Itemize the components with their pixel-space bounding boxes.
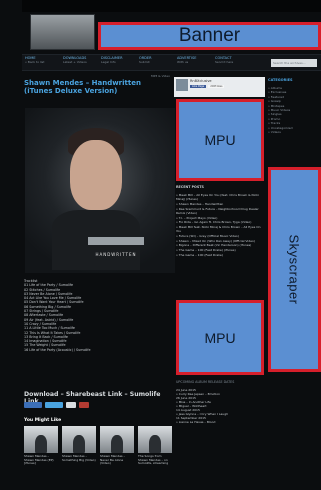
category-link[interactable]: » Videos [268, 130, 321, 134]
mpu-ad-top-label: MPU [204, 132, 236, 148]
recent-posts: » Meek Mill – All Eyes On You (feat. Chr… [176, 193, 266, 257]
banner-ad-label: Banner [178, 25, 241, 46]
related-post[interactable]: Shawn Mendes – Something Big (Video) [62, 426, 96, 466]
related-post[interactable]: Shawn Mendes – Shawn Mendes (EP) [iTunes… [24, 426, 58, 466]
fb-page-name[interactable]: RnBXclusive [190, 79, 224, 83]
related-post-thumbnail[interactable] [100, 426, 134, 453]
facebook-share-button[interactable] [24, 402, 42, 408]
recent-post-link[interactable]: » Rae Sremmurd & Future – Neighborhood D… [176, 207, 266, 216]
related-post-thumbnail[interactable] [138, 426, 172, 453]
related-post-title[interactable]: Shawn Mendes – Something Big (Video) [62, 454, 96, 462]
skyscraper-ad-label: Skyscraper [287, 234, 302, 305]
release-item[interactable]: » Lianne La Havas – Blood [176, 420, 266, 424]
you-might-like-heading: You Might Like [24, 418, 62, 423]
related-post-thumbnail[interactable] [24, 426, 58, 453]
recent-post-link[interactable]: » Future (SD) – Grey (Official Music Vid… [176, 234, 266, 238]
nav-downloads-sub: Latest + Videos [63, 60, 87, 64]
related-post[interactable]: The Songs from Shawn Mendes – on Sumolif… [138, 426, 172, 466]
nav-order-sub: Submit [139, 60, 150, 64]
recent-post-link[interactable]: » Flo Rida – Go Again ft. Chris Brown, T… [176, 220, 266, 224]
release-dates-heading: UPCOMING ALBUM RELEASE DATES [176, 380, 235, 384]
release-dates: 24 June 2015 » Curly Rae Jepsen – Emotio… [176, 388, 266, 424]
nav-disclaimer[interactable]: DISCLAIMER Legal Info [101, 56, 133, 69]
nav-contact-sub: Send it here [215, 60, 234, 64]
related-post-thumbnail[interactable] [62, 426, 96, 453]
skyscraper-ad[interactable]: Skyscraper [268, 167, 321, 372]
banner-ad[interactable]: Banner [98, 22, 321, 50]
recent-posts-heading: RECENT POSTS [176, 185, 204, 189]
related-post-title[interactable]: The Songs from Shawn Mendes – on Sumolif… [138, 454, 172, 466]
album-title-text: HANDWRITTEN [95, 252, 137, 257]
nav-advertise-sub: With us [177, 60, 189, 64]
related-post[interactable]: Shawn Mendes – Never Be Alone (Video) [100, 426, 134, 466]
related-post-title[interactable]: Shawn Mendes – Shawn Mendes (EP) [iTunes… [24, 454, 58, 466]
mpu-ad-bottom[interactable]: MPU [176, 300, 264, 375]
main-nav: HOME « Back to list DOWNLOADS Latest + V… [22, 54, 321, 71]
nav-disclaimer-sub: Legal Info [101, 60, 116, 64]
post-title[interactable]: Shawn Mendes – Handwritten (iTunes Delux… [22, 78, 172, 96]
email-share-button[interactable] [66, 402, 76, 408]
recent-post-link[interactable]: » Shawn – Mixed On (Who Ran Away) (Offic… [176, 239, 266, 243]
fb-like-button[interactable]: Like Page [190, 85, 207, 88]
categories-heading: CATEGORIES [268, 78, 293, 82]
track-item: 16 Life of the Party (Acoustic) / Sumoli… [24, 347, 91, 352]
recent-post-link[interactable]: » Bigone – Different Beat (Vic Henderson… [176, 243, 266, 247]
nav-home[interactable]: HOME « Back to list [25, 56, 57, 69]
tracklist: Tracklist 01 Life of the Party / Sumolif… [24, 279, 172, 352]
nav-advertise[interactable]: ADVERTISE With us [177, 56, 209, 69]
nav-order[interactable]: ORDER Submit [139, 56, 171, 69]
top-strip [22, 0, 321, 12]
mpu-ad-bottom-label: MPU [204, 329, 236, 346]
categories-list: » Albums » Exclusives » Featured » Gossi… [268, 86, 321, 134]
mpu-ad-top[interactable]: MPU [176, 99, 264, 181]
recent-post-link[interactable]: » Meek Mill feat. Nicki Minaj & Chris Br… [176, 225, 266, 234]
album-label-bar [88, 237, 144, 245]
twitter-share-button[interactable] [45, 402, 63, 408]
facebook-widget: RnBXclusive Like Page 20M likes [174, 77, 265, 97]
share-buttons [24, 402, 172, 408]
google-share-button[interactable] [79, 402, 89, 408]
fb-like-count: 20M likes [208, 85, 225, 88]
artist-face [70, 140, 122, 210]
recent-post-link[interactable]: » Meek Mill – All Eyes On You (feat. Chr… [176, 193, 266, 202]
recent-post-link[interactable]: » Shawn Mendes – Handwritten [176, 202, 266, 206]
page-avatar[interactable] [176, 79, 188, 91]
recent-post-link[interactable]: » The Game – 100 (Feat Drake) [176, 253, 266, 257]
search-input[interactable]: Search the archives... [271, 59, 317, 67]
nav-downloads[interactable]: DOWNLOADS Latest + Videos [63, 56, 95, 69]
related-post-title[interactable]: Shawn Mendes – Never Be Alone (Video) [100, 454, 134, 466]
site-logo[interactable] [30, 14, 95, 50]
recent-post-link[interactable]: » The Game – 100 (Feat Drake) (iTunes) [176, 248, 266, 252]
nav-home-sub: « Back to list [25, 60, 45, 64]
nav-contact[interactable]: CONTACT Send it here [215, 56, 247, 69]
recent-post-link[interactable]: » T.I. – Project Mayo (Video) [176, 216, 266, 220]
related-posts: Shawn Mendes – Shawn Mendes (EP) [iTunes… [24, 426, 172, 466]
